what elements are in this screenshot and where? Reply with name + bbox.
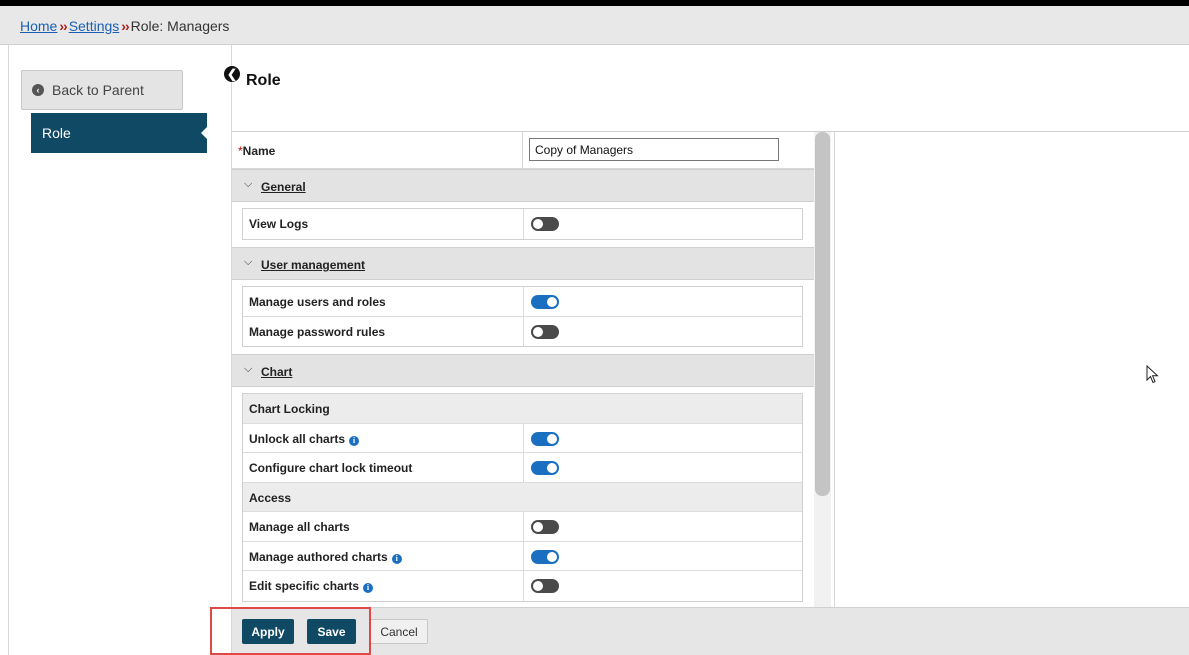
page-title: Role <box>246 72 281 89</box>
chart-lock-timeout-toggle[interactable] <box>531 461 559 475</box>
footer-toolbar: Apply Save Cancel <box>232 607 1189 655</box>
divider <box>523 571 524 601</box>
manage-password-rules-toggle[interactable] <box>531 324 559 339</box>
section-title[interactable]: General <box>261 180 306 194</box>
view-logs-toggle[interactable] <box>531 217 559 231</box>
permission-label: Manage password rules <box>249 324 386 339</box>
table-row: Manage users and roles <box>243 287 802 317</box>
divider <box>523 512 524 541</box>
apply-button[interactable]: Apply <box>242 619 294 644</box>
permission-label: Manage all charts <box>249 520 350 534</box>
group-row: Access <box>243 482 802 512</box>
permission-label: Configure chart lock timeout <box>249 461 413 475</box>
section-title[interactable]: User management <box>261 258 365 272</box>
save-button[interactable]: Save <box>307 619 356 644</box>
divider <box>523 423 524 452</box>
manage-all-charts-toggle[interactable] <box>531 520 559 534</box>
role-form: *Name ⌵ General View Logs ⌵ User managem… <box>232 132 814 607</box>
cancel-button[interactable]: Cancel <box>370 619 428 644</box>
section-user-management-header[interactable]: ⌵ User management <box>232 247 814 280</box>
breadcrumb-separator: ›› <box>121 18 129 34</box>
divider <box>834 132 835 607</box>
info-icon[interactable]: i <box>363 583 374 593</box>
breadcrumb-home-link[interactable]: Home <box>20 18 57 34</box>
permission-label: View Logs <box>249 217 309 231</box>
group-row: Chart Locking <box>243 394 802 424</box>
divider <box>523 316 524 346</box>
breadcrumb-current: Role: Managers <box>130 18 230 34</box>
left-sidebar: ‹ Back to Parent Role <box>8 45 232 655</box>
manage-authored-charts-toggle[interactable] <box>531 549 559 564</box>
general-table: View Logs <box>242 208 803 240</box>
name-row: *Name <box>232 132 814 169</box>
divider <box>523 541 524 570</box>
chevron-down-icon: ⌵ <box>244 256 253 268</box>
section-chart-header[interactable]: ⌵ Chart <box>232 354 814 387</box>
edit-specific-charts-toggle[interactable] <box>531 579 559 593</box>
info-icon[interactable]: i <box>391 553 402 564</box>
permission-label: Manage users and roles <box>249 295 386 309</box>
section-general-header[interactable]: ⌵ General <box>232 169 814 202</box>
back-arrow-icon: ‹ <box>32 84 44 96</box>
divider <box>522 132 523 169</box>
table-row: View Logs <box>243 209 802 239</box>
table-row: Manage all charts <box>243 512 802 542</box>
mouse-cursor-icon <box>1146 365 1159 384</box>
breadcrumb-settings-link[interactable]: Settings <box>69 18 120 34</box>
table-row: Manage password rules <box>243 316 802 346</box>
collapse-back-icon[interactable]: ❮ <box>224 66 240 82</box>
user-management-table: Manage users and roles Manage password r… <box>242 286 803 347</box>
name-label: *Name <box>238 144 276 158</box>
table-row: Edit specific charts i <box>243 571 802 601</box>
permission-label: Manage authored charts i <box>249 550 402 564</box>
scrollbar-thumb[interactable] <box>815 132 830 496</box>
breadcrumb-separator: ›› <box>59 18 67 34</box>
table-row: Manage authored charts i <box>243 541 802 571</box>
name-field[interactable] <box>529 138 779 161</box>
chevron-down-icon: ⌵ <box>244 178 253 190</box>
back-to-parent-label: Back to Parent <box>52 82 144 98</box>
main-header: ❮ Role <box>224 66 281 96</box>
divider <box>523 287 524 316</box>
unlock-all-charts-toggle[interactable] <box>531 431 559 446</box>
group-label: Chart Locking <box>249 402 330 416</box>
section-title[interactable]: Chart <box>261 365 292 379</box>
info-icon[interactable]: i <box>349 435 360 446</box>
manage-users-toggle[interactable] <box>531 295 559 309</box>
chart-table: Chart Locking Unlock all charts i Configu… <box>242 393 803 602</box>
breadcrumb: Home ›› Settings ›› Role: Managers <box>0 6 1189 45</box>
group-label: Access <box>249 490 292 505</box>
permission-label: Unlock all charts i <box>249 432 360 446</box>
table-row: Configure chart lock timeout <box>243 453 802 483</box>
table-row: Unlock all charts i <box>243 423 802 453</box>
chevron-down-icon: ⌵ <box>244 363 253 375</box>
divider <box>523 453 524 482</box>
divider <box>523 209 524 239</box>
permission-label: Edit specific charts i <box>249 579 374 593</box>
sidebar-item-label: Role <box>42 125 71 141</box>
back-to-parent-button[interactable]: ‹ Back to Parent <box>21 70 183 110</box>
sidebar-item-role[interactable]: Role <box>31 113 208 153</box>
